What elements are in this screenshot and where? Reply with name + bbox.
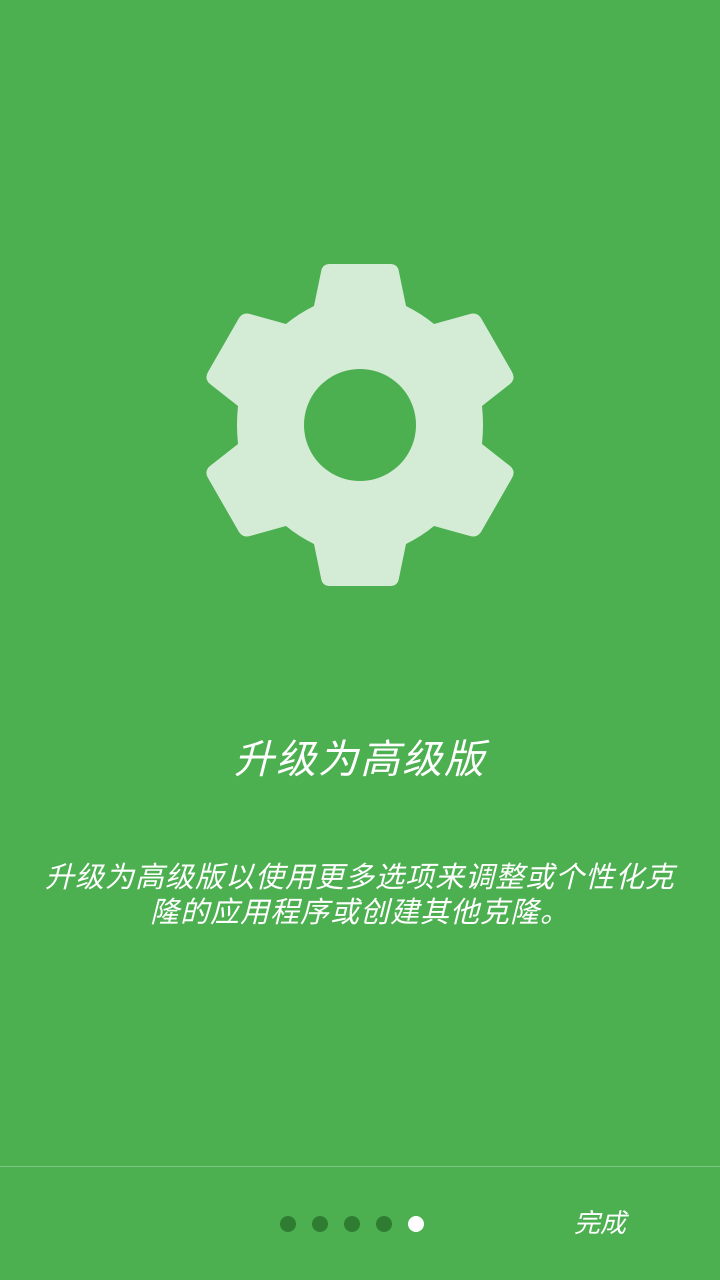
page-dot-5-active: [408, 1216, 424, 1232]
gear-icon: [200, 260, 520, 590]
done-button[interactable]: 完成: [560, 1196, 640, 1252]
page-title: 升级为高级版: [234, 737, 486, 783]
page-dot-4: [376, 1216, 392, 1232]
page-dot-2: [312, 1216, 328, 1232]
page-dot-3: [344, 1216, 360, 1232]
footer-divider: [0, 1166, 720, 1167]
page-description: 升级为高级版以使用更多选项来调整或个性化克隆的应用程序或创建其他克隆。: [44, 860, 675, 929]
page-dot-1: [280, 1216, 296, 1232]
page-indicator: [280, 1208, 440, 1240]
